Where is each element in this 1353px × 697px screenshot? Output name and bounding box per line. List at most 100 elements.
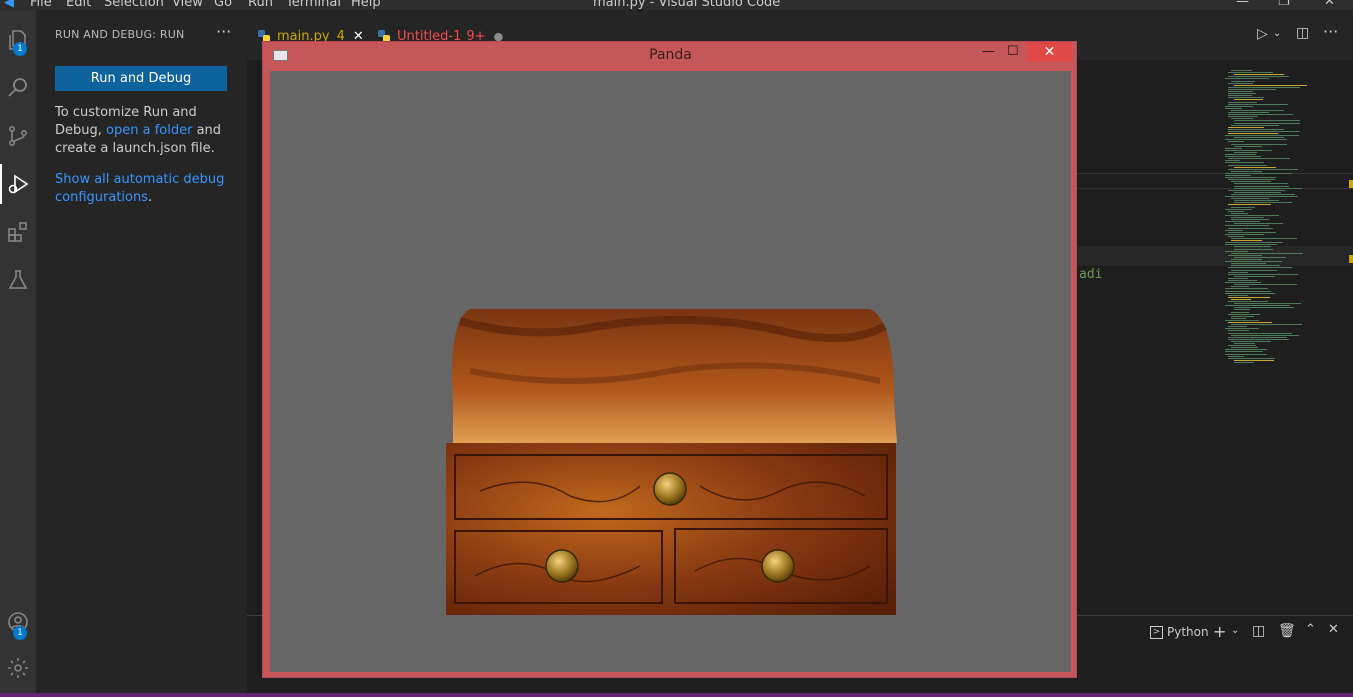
minimap-line bbox=[1234, 191, 1281, 193]
source-control-icon[interactable] bbox=[0, 116, 36, 156]
window-minimize-button[interactable]: — bbox=[1236, 0, 1249, 9]
minimap-line bbox=[1228, 103, 1288, 105]
more-actions-icon[interactable]: ··· bbox=[216, 22, 231, 41]
minimap-line bbox=[1225, 349, 1267, 351]
3d-viewport[interactable] bbox=[270, 71, 1071, 672]
kill-terminal-icon[interactable]: 🗑 bbox=[1278, 623, 1296, 639]
panda-close-button[interactable]: ✕ bbox=[1027, 42, 1072, 62]
panda-minimize-button[interactable]: — bbox=[982, 44, 995, 59]
minimap-line bbox=[1225, 135, 1299, 137]
minimap-line bbox=[1228, 267, 1292, 269]
activity-bar: 1 1 bbox=[0, 10, 36, 693]
menu-view[interactable]: View bbox=[172, 0, 203, 10]
minimap-line bbox=[1231, 334, 1299, 336]
explorer-icon[interactable]: 1 bbox=[0, 20, 36, 60]
minimap-line bbox=[1225, 172, 1292, 174]
minimap-line bbox=[1225, 244, 1277, 246]
minimap-line bbox=[1231, 109, 1284, 111]
menu-run[interactable]: Run bbox=[248, 0, 273, 10]
window-restore-button[interactable]: ❐ bbox=[1278, 0, 1290, 9]
minimap-line bbox=[1225, 154, 1256, 155]
minimap-line bbox=[1228, 204, 1271, 206]
settings-gear-icon[interactable] bbox=[0, 648, 36, 688]
minimap-line bbox=[1234, 359, 1274, 361]
minimap-line bbox=[1228, 164, 1267, 166]
split-editor-icon[interactable]: ◫ bbox=[1296, 25, 1309, 41]
minimap-line bbox=[1231, 143, 1287, 145]
right-drawer-knob bbox=[761, 549, 795, 583]
run-debug-sidebar: RUN AND DEBUG: RUN ··· Run and Debug To … bbox=[36, 10, 247, 693]
run-and-debug-icon[interactable] bbox=[0, 164, 36, 204]
minimap-line bbox=[1228, 179, 1275, 181]
panda-maximize-button[interactable]: ☐ bbox=[1007, 44, 1019, 59]
accounts-icon[interactable]: 1 bbox=[0, 602, 36, 642]
minimap-line bbox=[1228, 332, 1292, 334]
new-terminal-icon[interactable]: + bbox=[1213, 622, 1226, 641]
minimap-line bbox=[1231, 170, 1262, 172]
minimap-line bbox=[1231, 311, 1249, 313]
minimap-line bbox=[1231, 347, 1258, 349]
run-python-file-icon[interactable]: ▷ bbox=[1257, 26, 1268, 42]
minimap-line bbox=[1228, 271, 1248, 273]
minimap-line bbox=[1231, 219, 1269, 221]
minimap-line bbox=[1228, 130, 1300, 132]
minimap-line bbox=[1231, 286, 1249, 288]
minimap-line bbox=[1225, 261, 1282, 263]
minimap-line bbox=[1228, 72, 1273, 74]
minimap-line bbox=[1228, 112, 1269, 113]
minimap-line bbox=[1225, 221, 1260, 223]
minimap-line bbox=[1225, 250, 1248, 252]
close-panel-icon[interactable]: ✕ bbox=[1328, 622, 1339, 637]
minimap-line bbox=[1228, 345, 1256, 347]
testing-icon[interactable] bbox=[0, 260, 36, 300]
run-dropdown-chevron-icon[interactable]: ⌄ bbox=[1273, 28, 1281, 39]
split-terminal-icon[interactable]: ◫ bbox=[1252, 623, 1265, 639]
minimap-line bbox=[1225, 149, 1272, 151]
minimap-line bbox=[1228, 301, 1268, 302]
minimap-line bbox=[1234, 275, 1275, 277]
minimap-line bbox=[1228, 114, 1293, 116]
minimap-line bbox=[1231, 265, 1280, 267]
menu-go[interactable]: Go bbox=[214, 0, 232, 10]
minimap-line bbox=[1234, 309, 1250, 311]
minimap-line bbox=[1228, 210, 1244, 212]
minimap-line bbox=[1228, 189, 1285, 191]
minimap-line bbox=[1228, 296, 1270, 298]
menu-file[interactable]: File bbox=[30, 0, 52, 10]
minimap-line bbox=[1234, 223, 1283, 225]
minimap-line bbox=[1231, 70, 1252, 71]
minimap-line bbox=[1231, 124, 1279, 126]
minimap-line bbox=[1234, 256, 1286, 258]
extensions-icon[interactable] bbox=[0, 212, 36, 252]
show-auto-debug-link[interactable]: Show all automatic debug configurations bbox=[55, 172, 224, 205]
minimap-line bbox=[1225, 175, 1251, 176]
minimap-line bbox=[1234, 343, 1255, 344]
menu-selection[interactable]: Selection bbox=[104, 0, 164, 10]
minimap-line bbox=[1228, 97, 1264, 99]
minimap-line bbox=[1234, 99, 1263, 101]
editor-more-actions-icon[interactable]: ··· bbox=[1323, 22, 1338, 41]
minimap-line bbox=[1231, 80, 1255, 82]
menu-terminal[interactable]: Terminal bbox=[286, 0, 341, 10]
minimap-line bbox=[1234, 137, 1284, 139]
top-drawer-knob bbox=[653, 472, 687, 506]
menu-edit[interactable]: Edit bbox=[66, 0, 91, 10]
menu-help[interactable]: Help bbox=[351, 0, 381, 10]
explorer-badge: 1 bbox=[13, 42, 27, 56]
minimap-line bbox=[1225, 177, 1276, 179]
window-close-button[interactable]: ✕ bbox=[1324, 0, 1335, 9]
terminal-selector[interactable]: > Python bbox=[1150, 625, 1209, 639]
minimap[interactable] bbox=[1225, 70, 1340, 370]
minimap-line bbox=[1234, 84, 1307, 86]
search-icon[interactable] bbox=[0, 68, 36, 108]
maximize-panel-icon[interactable]: ⌃ bbox=[1305, 622, 1316, 637]
open-folder-link[interactable]: open a folder bbox=[106, 123, 192, 138]
minimap-line bbox=[1234, 307, 1294, 309]
minimap-line bbox=[1228, 254, 1262, 256]
auto-debug-text: Show all automatic debug configurations. bbox=[55, 171, 235, 207]
minimap-line bbox=[1231, 269, 1277, 271]
terminal-dropdown-icon[interactable]: ⌄ bbox=[1231, 625, 1239, 636]
run-and-debug-button[interactable]: Run and Debug bbox=[55, 66, 227, 91]
panda-window[interactable]: Panda — ☐ ✕ bbox=[262, 41, 1077, 678]
minimap-line bbox=[1228, 326, 1247, 328]
